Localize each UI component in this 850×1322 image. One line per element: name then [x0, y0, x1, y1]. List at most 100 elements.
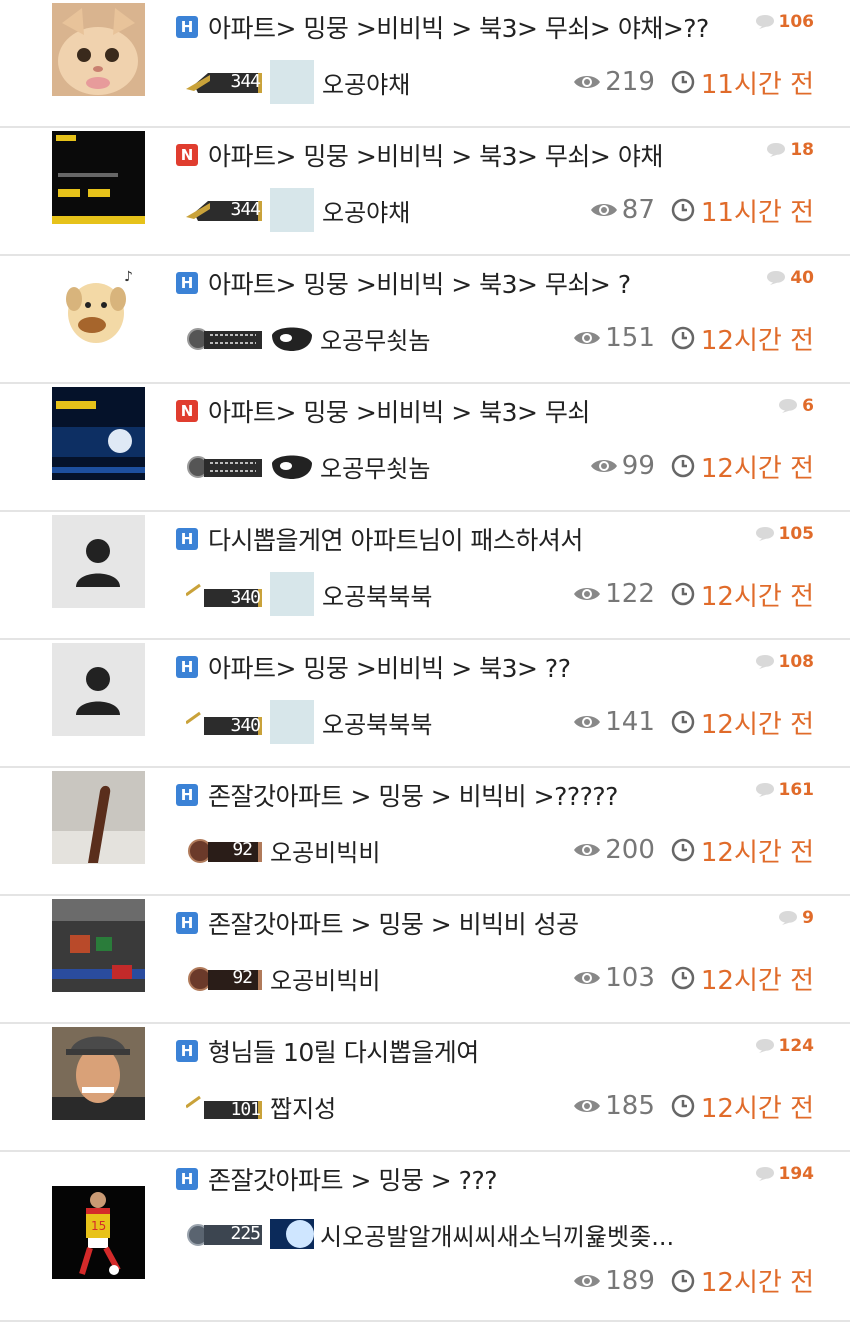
new-badge-icon: N [176, 144, 198, 166]
thumbnail-cat[interactable] [52, 3, 145, 96]
post-item[interactable]: H 형님들 10릴 다시뽑을게여 124 101 짭지성 185 12시간 전 [0, 1024, 850, 1152]
hot-badge-icon: H [176, 16, 198, 38]
hot-badge-icon: H [176, 272, 198, 294]
post-item[interactable]: H 존잘갓아파트 > 밍뭉 > 비빅비 성공 9 92 오공비빅비 103 12… [0, 896, 850, 1024]
speech-bubble-icon [755, 1167, 774, 1181]
post-list: H 아파트> 밍뭉 >비비빅 > 북3> 무쇠> 야채>?? 106 344 오… [0, 0, 850, 1322]
post-title[interactable]: 아파트> 밍뭉 >비비빅 > 북3> 무쇠> ? [208, 265, 631, 301]
author-nickname[interactable]: 시오공발알개씨씨새소닉끼윭벳좆... [320, 1217, 674, 1252]
post-title[interactable]: 존잘갓아파트 > 밍뭉 > ??? [208, 1161, 498, 1197]
view-count: 185 [573, 1091, 655, 1121]
clock-icon [671, 198, 695, 222]
thumbnail-dog[interactable]: ♪ [52, 259, 145, 352]
comment-count: 106 [755, 12, 814, 32]
author-nickname[interactable]: 짭지성 [270, 1089, 336, 1124]
author-nickname[interactable]: 오공북북북 [322, 705, 432, 740]
hot-badge-icon: H [176, 1168, 198, 1190]
thumbnail-photo[interactable] [52, 771, 145, 864]
user-silhouette-icon [52, 515, 145, 608]
post-title[interactable]: 아파트> 밍뭉 >비비빅 > 북3> ?? [208, 649, 571, 685]
post-title[interactable]: 아파트> 밍뭉 >비비빅 > 북3> 무쇠> 야채>?? [208, 9, 709, 45]
post-title[interactable]: 다시뽑을게연 아파트님이 패스하셔서 [208, 521, 583, 557]
author-nickname[interactable]: 오공비빅비 [270, 961, 380, 996]
user-avatar[interactable] [270, 188, 314, 232]
post-item[interactable]: ♪ H 아파트> 밍뭉 >비비빅 > 북3> 무쇠> ? 40 오공무쇳놈 15… [0, 256, 850, 384]
comment-count: 194 [755, 1164, 814, 1184]
user-avatar[interactable] [270, 700, 314, 744]
speech-bubble-icon [755, 527, 774, 541]
view-count: 99 [590, 451, 655, 481]
level-badge-icon: 92 [186, 963, 264, 993]
speech-bubble-icon [779, 911, 798, 925]
thumbnail-screenshot[interactable] [52, 899, 145, 992]
hot-badge-icon: H [176, 784, 198, 806]
level-badge-icon: 92 [186, 835, 264, 865]
post-time: 12시간 전 [671, 960, 814, 997]
clock-icon [671, 966, 695, 990]
thumbnail-screenshot[interactable] [52, 131, 145, 224]
post-item[interactable]: H 아파트> 밍뭉 >비비빅 > 북3> ?? 108 340 오공북북북 14… [0, 640, 850, 768]
level-badge-icon: 225 [186, 1219, 264, 1249]
clock-icon [671, 1269, 695, 1292]
hot-badge-icon: H [176, 528, 198, 550]
post-item[interactable]: H 아파트> 밍뭉 >비비빅 > 북3> 무쇠> 야채>?? 106 344 오… [0, 0, 850, 128]
svg-text:15: 15 [91, 1219, 106, 1233]
thumbnail-photo[interactable] [52, 1027, 145, 1120]
speech-bubble-icon [767, 143, 786, 157]
post-title[interactable]: 아파트> 밍뭉 >비비빅 > 북3> 무쇠 [208, 393, 590, 429]
eye-icon [574, 716, 601, 728]
author-nickname[interactable]: 오공무쇳놈 [320, 321, 430, 356]
view-count: 151 [573, 323, 655, 353]
level-badge-icon [186, 323, 264, 353]
thumbnail-default-avatar[interactable] [52, 643, 145, 736]
comment-count: 161 [755, 780, 814, 800]
comment-count: 124 [755, 1036, 814, 1056]
author-nickname[interactable]: 오공야채 [322, 65, 410, 100]
eye-icon [574, 1274, 601, 1287]
author-nickname[interactable]: 오공무쇳놈 [320, 449, 430, 484]
post-title[interactable]: 아파트> 밍뭉 >비비빅 > 북3> 무쇠> 야채 [208, 137, 663, 173]
comment-count: 108 [755, 652, 814, 672]
level-badge-icon: 344 [186, 67, 264, 97]
speech-bubble-icon [779, 399, 798, 413]
thumbnail-default-avatar[interactable] [52, 515, 145, 608]
post-item[interactable]: 15 H 존잘갓아파트 > 밍뭉 > ??? 194 225 시오공발알개씨씨새… [0, 1152, 850, 1322]
view-count: 103 [573, 963, 655, 993]
author-nickname[interactable]: 오공북북북 [322, 577, 432, 612]
comment-count: 9 [778, 908, 814, 928]
post-time: 11시간 전 [671, 192, 814, 229]
post-time: 12시간 전 [671, 704, 814, 741]
thumbnail-screenshot[interactable] [52, 387, 145, 480]
speech-bubble-icon [755, 1039, 774, 1053]
clock-icon [671, 1094, 695, 1118]
mask-icon [272, 455, 312, 479]
post-time: 12시간 전 [671, 832, 814, 869]
post-item[interactable]: N 아파트> 밍뭉 >비비빅 > 북3> 무쇠 6 오공무쇳놈 99 12시간 … [0, 384, 850, 512]
post-title[interactable]: 존잘갓아파트 > 밍뭉 > 비빅비 성공 [208, 905, 579, 941]
new-badge-icon: N [176, 400, 198, 422]
user-avatar[interactable] [270, 60, 314, 104]
eye-icon [574, 972, 601, 984]
user-silhouette-icon [52, 643, 145, 736]
user-avatar[interactable] [270, 572, 314, 616]
author-nickname[interactable]: 오공비빅비 [270, 833, 380, 868]
post-time: 12시간 전 [671, 320, 814, 357]
hot-badge-icon: H [176, 656, 198, 678]
post-title[interactable]: 형님들 10릴 다시뽑을게여 [208, 1033, 479, 1069]
level-badge-icon: 344 [186, 195, 264, 225]
clock-icon [671, 582, 695, 606]
author-nickname[interactable]: 오공야채 [322, 193, 410, 228]
post-item[interactable]: H 다시뽑을게연 아파트님이 패스하셔서 105 340 오공북북북 122 1… [0, 512, 850, 640]
mask-icon [272, 327, 312, 351]
thumbnail-soccer[interactable]: 15 [52, 1186, 145, 1279]
avatar-glow-icon [270, 1219, 314, 1249]
level-badge-icon: 101 [185, 1091, 264, 1121]
clock-icon [671, 454, 695, 478]
comment-count: 6 [778, 396, 814, 416]
speech-bubble-icon [767, 271, 786, 285]
post-time: 12시간 전 [671, 1088, 814, 1125]
post-item[interactable]: N 아파트> 밍뭉 >비비빅 > 북3> 무쇠> 야채 18 344 오공야채 … [0, 128, 850, 256]
eye-icon [574, 332, 601, 344]
post-item[interactable]: H 존잘갓아파트 > 밍뭉 > 비빅비 >????? 161 92 오공비빅비 … [0, 768, 850, 896]
post-title[interactable]: 존잘갓아파트 > 밍뭉 > 비빅비 >????? [208, 777, 618, 813]
